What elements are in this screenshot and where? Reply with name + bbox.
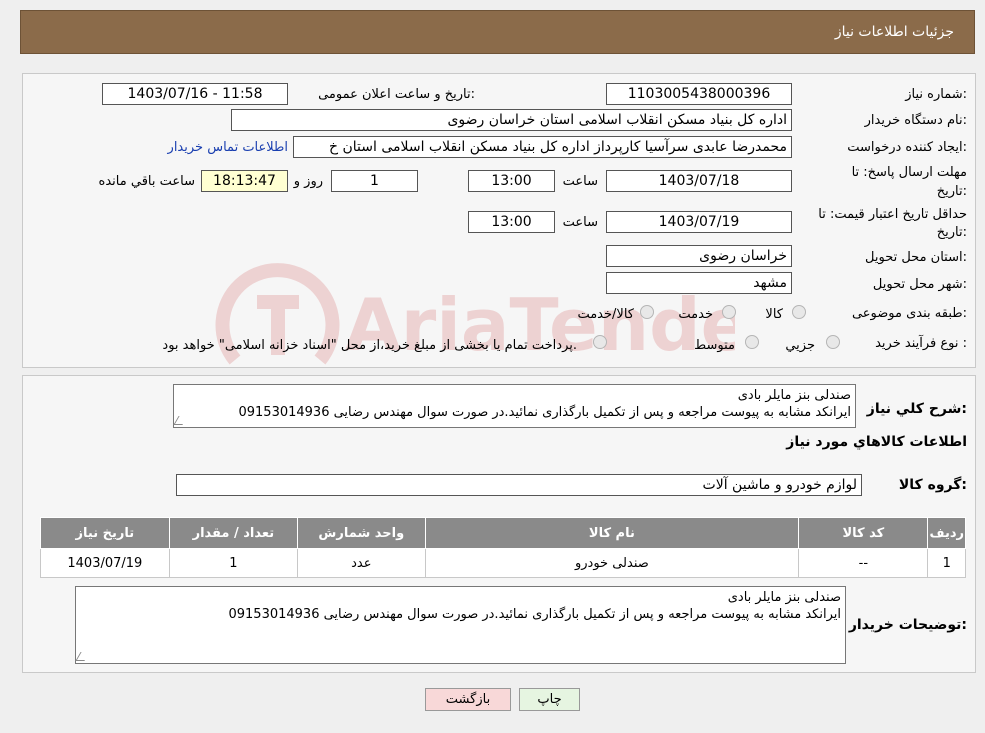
col-goods-code: کد کالا — [798, 517, 929, 549]
cell-need-date: 1403/07/19 — [40, 548, 170, 578]
category-goods-service-radio[interactable] — [640, 305, 654, 319]
goods-table-header: رديف کد کالا نام کالا واحد شمارش تعداد /… — [40, 517, 966, 549]
col-goods-name: نام کالا — [424, 517, 800, 549]
province-field: خراسان رضوی — [606, 245, 792, 267]
buyer-org-field: اداره کل بنیاد مسکن انقلاب اسلامی استان … — [231, 109, 792, 131]
cell-row-number: 1 — [927, 548, 966, 578]
deadline-time-field: 13:00 — [468, 170, 555, 192]
province-label: استان محل تحویل: — [865, 250, 967, 265]
col-row-number: رديف — [927, 517, 966, 549]
category-service-radio[interactable] — [722, 305, 736, 319]
category-label: طبقه بندی موضوعی: — [851, 306, 967, 321]
time-remaining-field: 18:13:47 — [201, 170, 288, 192]
process-minor-radio[interactable] — [826, 335, 840, 349]
time-remaining-label: ساعت باقي مانده — [98, 174, 195, 189]
goods-group-label: گروه کالا: — [898, 477, 967, 493]
buyer-notes-line-2: ایرانکد مشابه به پیوست مراجعه و پس از تک… — [228, 607, 841, 622]
buyer-org-label: نام دستگاه خریدار: — [864, 113, 967, 128]
treasury-note-radio[interactable] — [593, 335, 607, 349]
goods-table: رديف کد کالا نام کالا واحد شمارش تعداد /… — [40, 517, 966, 578]
need-number-label: شماره نیاز: — [905, 87, 967, 102]
city-label: شهر محل تحویل: — [872, 277, 967, 292]
buyer-notes-label: توضیحات خریدار: — [848, 617, 967, 633]
deadline-label-date: تاریخ: — [936, 184, 967, 199]
print-button[interactable]: چاپ — [519, 688, 580, 711]
days-label: روز و — [293, 174, 323, 189]
back-button[interactable]: بازگشت — [425, 688, 511, 711]
deadline-label: مهلت ارسال پاسخ: تا — [851, 165, 967, 180]
category-goods-label: کالا — [765, 307, 783, 322]
category-goods-service-label: کالا/خدمت — [577, 307, 634, 322]
need-number-field: 1103005438000396 — [606, 83, 792, 105]
cell-unit: عدد — [297, 548, 426, 578]
city-field: مشهد — [606, 272, 792, 294]
validity-date-field: 1403/07/19 — [606, 211, 792, 233]
validity-time-label: ساعت — [562, 215, 598, 230]
buyer-notes-line-1: صندلی بنز مایلر بادی — [727, 590, 841, 605]
buyer-contact-link[interactable]: اطلاعات تماس خریدار — [168, 140, 288, 155]
buyer-notes-textarea[interactable]: صندلی بنز مایلر بادی ایرانکد مشابه به پی… — [75, 586, 846, 664]
description-label: شرح کلي نياز: — [866, 401, 967, 417]
days-remaining-field: 1 — [331, 170, 418, 192]
goods-group-field: لوازم خودرو و ماشین آلات — [176, 474, 862, 496]
purchase-process-label: نوع فرآیند خرید : — [875, 336, 967, 351]
treasury-note-text: پرداخت تمام یا بخشی از مبلغ خرید،از محل … — [162, 338, 577, 353]
category-service-label: خدمت — [678, 307, 713, 322]
cell-goods-code: -- — [798, 548, 929, 578]
creator-field: محمدرضا عابدی سرآسیا کارپرداز اداره کل ب… — [293, 136, 792, 158]
svg-text:AriaTender.neT: AriaTender.neT — [345, 283, 735, 367]
goods-section-title: اطلاعات کالاهاي مورد نياز — [786, 434, 967, 450]
validity-time-field: 13:00 — [468, 211, 555, 233]
price-validity-label: حداقل تاریخ اعتبار قیمت: تا — [818, 207, 967, 222]
deadline-time-label: ساعت — [562, 174, 598, 189]
process-minor-label: جزیي — [785, 338, 815, 353]
creator-label: ایجاد کننده درخواست: — [847, 140, 967, 155]
announce-datetime-field: 1403/07/16 - 11:58 — [102, 83, 288, 105]
page-title: جزئیات اطلاعات نیاز — [834, 24, 954, 40]
table-row: 1 -- صندلی خودرو عدد 1 1403/07/19 — [40, 548, 966, 578]
description-textarea[interactable]: صندلی بنز مایلر بادی ایرانکد مشابه به پی… — [173, 384, 856, 428]
col-need-date: تاريخ نياز — [40, 517, 170, 549]
category-goods-radio[interactable] — [792, 305, 806, 319]
price-validity-label-date: تاریخ: — [936, 225, 967, 240]
description-line-1: صندلی بنز مایلر بادی — [737, 388, 851, 403]
announce-datetime-label: تاریخ و ساعت اعلان عمومی: — [318, 87, 475, 102]
page-header: جزئیات اطلاعات نیاز — [20, 10, 975, 54]
deadline-date-field: 1403/07/18 — [606, 170, 792, 192]
resize-grip-icon[interactable] — [75, 652, 90, 661]
process-medium-radio[interactable] — [745, 335, 759, 349]
col-quantity: تعداد / مقدار — [168, 517, 299, 549]
col-unit: واحد شمارش — [297, 517, 426, 549]
cell-quantity: 1 — [168, 548, 299, 578]
process-medium-label: متوسط — [694, 338, 735, 353]
cell-goods-name: صندلی خودرو — [424, 548, 800, 578]
description-line-2: ایرانکد مشابه به پیوست مراجعه و پس از تک… — [238, 405, 851, 420]
